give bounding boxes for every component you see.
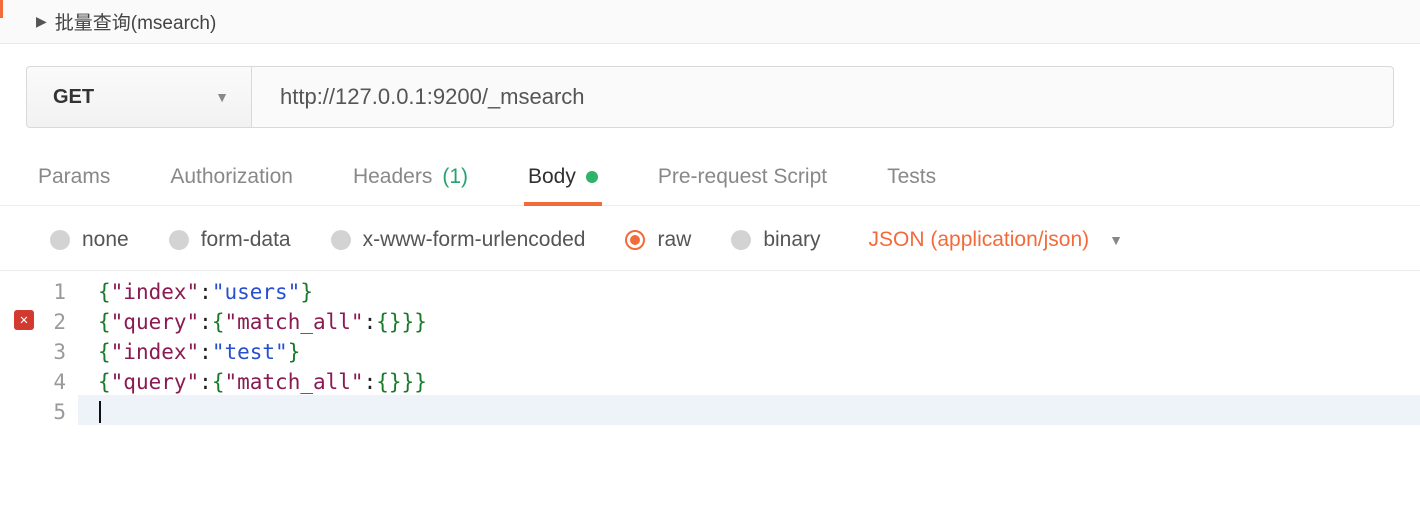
editor-gutter: 12✕345 xyxy=(0,271,78,425)
line-number: 4 xyxy=(0,365,78,395)
code-line[interactable]: {"query":{"match_all":{}}} xyxy=(78,305,1420,335)
radio-label: raw xyxy=(657,228,691,252)
radio-icon xyxy=(625,230,645,250)
url-input[interactable] xyxy=(251,66,1394,128)
tab-tests[interactable]: Tests xyxy=(885,165,938,205)
body-type-urlencoded[interactable]: x-www-form-urlencoded xyxy=(331,228,586,252)
line-number: 1 xyxy=(0,275,78,305)
radio-label: binary xyxy=(763,228,820,252)
body-indicator-dot-icon xyxy=(586,171,598,183)
tab-label: Headers xyxy=(353,165,432,189)
radio-icon xyxy=(331,230,351,250)
tab-body[interactable]: Body xyxy=(526,165,600,205)
chevron-down-icon: ▼ xyxy=(1109,232,1123,248)
radio-icon xyxy=(50,230,70,250)
headers-count-badge: (1) xyxy=(442,165,468,189)
body-type-raw[interactable]: raw xyxy=(625,228,691,252)
radio-label: none xyxy=(82,228,129,252)
request-tabs: Params Authorization Headers (1) Body Pr… xyxy=(0,150,1420,206)
code-line[interactable]: {"index":"users"} xyxy=(78,275,1420,305)
chevron-down-icon: ▼ xyxy=(215,89,229,105)
request-row: GET ▼ xyxy=(0,44,1420,150)
line-number: 5 xyxy=(0,395,78,425)
code-line[interactable]: {"query":{"match_all":{}}} xyxy=(78,365,1420,395)
line-number: 2✕ xyxy=(0,305,78,335)
code-line[interactable] xyxy=(78,395,1420,425)
radio-icon xyxy=(169,230,189,250)
tab-headers[interactable]: Headers (1) xyxy=(351,165,470,205)
code-line[interactable]: {"index":"test"} xyxy=(78,335,1420,365)
tab-label: Pre-request Script xyxy=(658,165,827,189)
section-title: 批量查询(msearch) xyxy=(55,8,217,35)
accent-strip xyxy=(0,0,3,18)
body-type-binary[interactable]: binary xyxy=(731,228,820,252)
body-editor[interactable]: 12✕345 {"index":"users"}{"query":{"match… xyxy=(0,270,1420,425)
line-number: 3 xyxy=(0,335,78,365)
content-type-label: JSON (application/json) xyxy=(869,228,1090,252)
body-type-row: none form-data x-www-form-urlencoded raw… xyxy=(0,206,1420,270)
collapse-triangle-icon[interactable]: ▶ xyxy=(36,13,47,30)
editor-code[interactable]: {"index":"users"}{"query":{"match_all":{… xyxy=(78,271,1420,425)
tab-label: Authorization xyxy=(170,165,293,189)
radio-label: form-data xyxy=(201,228,291,252)
http-method-select[interactable]: GET ▼ xyxy=(26,66,251,128)
content-type-select[interactable]: JSON (application/json) ▼ xyxy=(869,228,1123,252)
radio-label: x-www-form-urlencoded xyxy=(363,228,586,252)
tab-label: Body xyxy=(528,165,576,189)
tab-label: Params xyxy=(38,165,110,189)
section-header[interactable]: ▶ 批量查询(msearch) xyxy=(0,0,1420,44)
body-type-formdata[interactable]: form-data xyxy=(169,228,291,252)
http-method-value: GET xyxy=(53,86,94,109)
tab-label: Tests xyxy=(887,165,936,189)
text-caret xyxy=(99,401,101,423)
tab-authorization[interactable]: Authorization xyxy=(168,165,295,205)
tab-prerequest[interactable]: Pre-request Script xyxy=(656,165,829,205)
body-type-none[interactable]: none xyxy=(50,228,129,252)
tab-params[interactable]: Params xyxy=(36,165,112,205)
radio-icon xyxy=(731,230,751,250)
app-root: ▶ 批量查询(msearch) GET ▼ Params Authorizati… xyxy=(0,0,1420,520)
error-icon[interactable]: ✕ xyxy=(14,310,34,330)
